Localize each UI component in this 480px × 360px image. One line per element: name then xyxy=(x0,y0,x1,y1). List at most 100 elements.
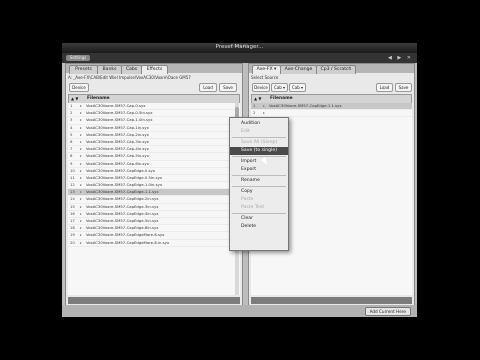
expander-icon[interactable]: ▸ xyxy=(80,103,82,109)
load-button[interactable]: Load xyxy=(376,83,393,92)
expander-icon[interactable]: ▸ xyxy=(80,117,82,123)
table-row[interactable]: 12 ▸ VoxAC30Voxre-SM57-CapEdge-1.0in.syx xyxy=(68,182,240,190)
tab-presets[interactable]: Presets xyxy=(69,65,98,74)
menu-item[interactable]: Rename xyxy=(230,177,288,185)
tab-banks[interactable]: Banks xyxy=(97,65,122,74)
sort-arrows-icon[interactable]: ▲ ▼ xyxy=(254,95,261,103)
expander-icon[interactable]: ▸ xyxy=(80,211,82,217)
table-row[interactable]: 14 ▸ VoxAC30Voxre-SM57-CapEdge-2in.syx xyxy=(68,196,240,204)
filename-cell: VoxAC30Voxre-SM57-Cap-5in.syx xyxy=(86,153,149,159)
expander-icon[interactable]: ▸ xyxy=(80,168,82,174)
tab-cabs[interactable]: Cabs xyxy=(121,65,142,74)
expander-icon[interactable]: ▸ xyxy=(80,175,82,181)
table-row[interactable]: 8 ▸ VoxAC30Voxre-SM57-Cap-5in.syx xyxy=(68,153,240,161)
filename-column-header[interactable]: Filename xyxy=(270,95,293,103)
filename-cell: VoxAC30Voxre-SM57-Cap-3in.syx xyxy=(86,138,149,144)
cab-dropdown-2[interactable]: Cab ▾ xyxy=(289,83,306,92)
expander-icon[interactable]: ▸ xyxy=(80,139,82,145)
expander-icon[interactable]: ▸ xyxy=(80,240,82,246)
table-row[interactable]: 5 ▸ VoxAC30Voxre-SM57-Cap-2in.syx xyxy=(68,132,240,139)
filename-column-header[interactable]: Filename xyxy=(87,95,110,103)
horizontal-scrollbar[interactable] xyxy=(251,297,412,304)
expander-icon[interactable]: ▸ xyxy=(80,110,82,116)
expander-icon[interactable]: ▸ xyxy=(80,189,82,195)
expander-icon[interactable]: ▸ xyxy=(80,218,82,224)
row-number: 3 xyxy=(70,117,73,123)
table-row[interactable]: 2 ▸ VoxAC30Voxre-SM57-Cap-0.5in.syx xyxy=(68,110,240,118)
table-row[interactable]: 19 ▸ VoxAC30Voxre-SM57-CapEdgeMore-8.syx xyxy=(68,232,240,240)
load-button[interactable]: Load xyxy=(199,83,217,92)
expander-icon[interactable]: ▸ xyxy=(80,204,82,210)
tab-axe-fx[interactable]: Axe-FX ▾ xyxy=(252,65,281,74)
expander-icon[interactable]: ▸ xyxy=(80,232,82,238)
filename-cell: VoxAC30Voxre-SM57-Cap-1in.syx xyxy=(86,124,149,130)
expander-icon[interactable]: ▸ xyxy=(80,153,82,159)
filename-cell: VoxAC30Voxre-SM57-Cap-0.syx xyxy=(86,103,146,108)
menu-item[interactable]: Copy xyxy=(230,188,288,196)
expander-icon[interactable]: ▸ xyxy=(80,146,82,152)
device-dropdown[interactable]: Device xyxy=(252,83,270,92)
save-button[interactable]: Save xyxy=(219,83,237,92)
table-row[interactable]: 3 ▸ VoxAC30Voxre-SM57-Cap-1.0in.syx xyxy=(68,117,240,125)
row-number: 16 xyxy=(70,210,75,216)
menu-item[interactable]: Import xyxy=(230,158,288,166)
table-row[interactable]: 13 ▸ VoxAC30Voxre-SM57-CapEdge-1.1.syx xyxy=(68,189,240,197)
tab-axe-change[interactable]: Axe-Change xyxy=(280,65,317,74)
expander-icon[interactable]: ▸ xyxy=(80,182,82,188)
context-menu: Audition Edit Save All (Sleep) Save (to sin… xyxy=(229,117,289,251)
filename-cell: VoxAC30Voxre-SM57-CapEdge-0.5in.syx xyxy=(86,174,163,180)
table-row[interactable]: 17 ▸ VoxAC30Voxre-SM57-CapEdge-5in.syx xyxy=(68,218,240,226)
menu-item[interactable]: Paste xyxy=(230,196,288,204)
cab-dropdown-1[interactable]: Cab ▾ xyxy=(271,83,288,92)
table-row[interactable]: 7 ▸ VoxAC30Voxre-SM57-Cap-4in.syx xyxy=(68,146,240,154)
table-row[interactable]: 4 ▸ VoxAC30Voxre-SM57-Cap-1in.syx xyxy=(68,125,240,132)
expander-icon[interactable]: ▸ xyxy=(80,125,82,131)
table-row[interactable]: 16 ▸ VoxAC30Voxre-SM57-CapEdge-4in.syx xyxy=(68,211,240,218)
table-row[interactable]: 6 ▸ VoxAC30Voxre-SM57-Cap-3in.syx xyxy=(68,138,240,147)
menu-item[interactable]: Delete xyxy=(230,223,288,231)
window-controls-icons[interactable]: ◀ ▶ ✕ xyxy=(388,55,413,61)
tab-effects[interactable]: Effects xyxy=(141,65,168,74)
filename-cell: VoxAC30Voxre-SM57-CapEdgeMore-8.syx xyxy=(86,232,165,238)
table-row[interactable]: 10 ▸ VoxAC30Voxre-SM57-CapEdge-0.syx xyxy=(68,168,240,175)
table-row[interactable]: 11 ▸ VoxAC30Voxre-SM57-CapEdge-0.5in.syx xyxy=(68,174,240,183)
row-number: 17 xyxy=(70,218,75,223)
row-number: 2 xyxy=(253,110,256,116)
device-dropdown[interactable]: Device xyxy=(69,83,89,92)
table-row[interactable]: 1 ▸ VoxAC30Voxre-SM57-CapEdge-1.1.syx xyxy=(251,103,412,111)
row-number: 18 xyxy=(70,225,75,231)
menu-item[interactable]: Paste Text xyxy=(230,204,288,212)
row-number: 6 xyxy=(70,138,73,144)
save-button[interactable]: Save xyxy=(395,83,412,92)
table-row[interactable]: 1 ▸ VoxAC30Voxre-SM57-Cap-0.syx xyxy=(68,103,240,111)
menu-separator xyxy=(232,137,286,138)
tab-scratch[interactable]: Cp3 / Scratch xyxy=(316,65,356,74)
menu-item[interactable]: Clear xyxy=(230,215,288,223)
menu-item[interactable]: Edit xyxy=(230,128,288,136)
table-row[interactable]: 18 ▸ VoxAC30Voxre-SM57-CapEdge-6in.syx xyxy=(68,225,240,233)
table-row[interactable]: 20 ▸ VoxAC30Voxre-SM57-CapEdgeMore-8.in.sy… xyxy=(68,240,240,247)
row-number: 8 xyxy=(70,153,73,159)
filename-cell: VoxAC30Voxre-SM57-CapEdge-0.syx xyxy=(86,167,156,173)
expander-icon[interactable]: ▸ xyxy=(80,161,82,167)
window-title: Preset Manager... xyxy=(215,44,264,50)
sort-arrows-icon[interactable]: ▲ ▼ xyxy=(71,95,78,103)
file-list[interactable]: 1 ▸ VoxAC30Voxre-SM57-Cap-0.syx 2 ▸ VoxAC30Vo… xyxy=(68,103,240,295)
expander-icon[interactable]: ▸ xyxy=(80,132,82,138)
table-row[interactable]: 15 ▸ VoxAC30Voxre-SM57-CapEdge-3in.syx xyxy=(68,204,240,211)
add-current-here-button[interactable]: Add Current Here xyxy=(364,307,411,316)
menu-item[interactable]: Audition xyxy=(230,120,288,128)
menu-item[interactable]: Export xyxy=(230,166,288,174)
table-row[interactable]: 9 ▸ VoxAC30Voxre-SM57-Cap-6in.syx xyxy=(68,161,240,168)
horizontal-scrollbar[interactable] xyxy=(68,297,240,304)
settings-button[interactable]: Settings xyxy=(66,55,90,61)
menu-item[interactable]: Save (to single) xyxy=(230,147,288,155)
row-number: 10 xyxy=(70,167,75,173)
expander-icon[interactable]: ▸ xyxy=(263,103,265,109)
menu-item[interactable]: Save All (Sleep) xyxy=(230,139,288,147)
expander-icon[interactable]: ▸ xyxy=(263,110,265,116)
row-number: 7 xyxy=(70,146,73,152)
expander-icon[interactable]: ▸ xyxy=(80,196,82,202)
filename-cell: VoxAC30Voxre-SM57-Cap-6in.syx xyxy=(86,160,149,166)
expander-icon[interactable]: ▸ xyxy=(80,225,82,231)
